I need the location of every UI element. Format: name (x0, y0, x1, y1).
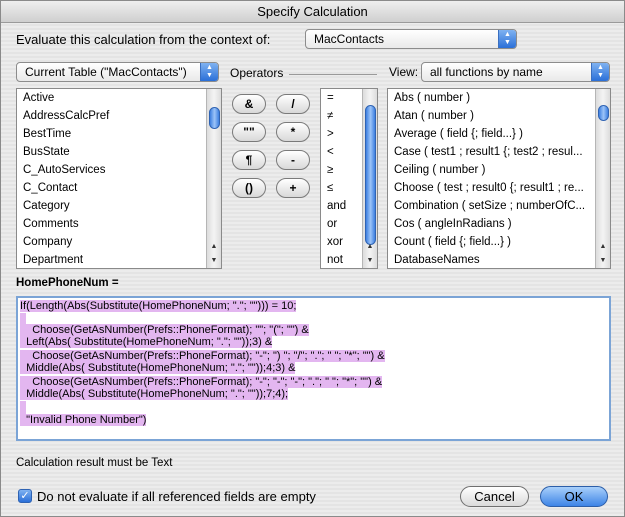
scroll-down-icon[interactable]: ▼ (363, 254, 377, 268)
window-title: Specify Calculation (1, 1, 624, 23)
formula-line: If(Length(Abs(Substitute(HomePhoneNum; "… (20, 300, 297, 312)
function-list-item[interactable]: Cos ( angleInRadians ) (388, 215, 610, 233)
field-list-item[interactable]: Category (17, 197, 221, 215)
context-popup-value: MacContacts (314, 32, 385, 46)
function-list-item[interactable]: Ceiling ( number ) (388, 161, 610, 179)
formula-line: Middle(Abs( Substitute(HomePhoneNum; "."… (20, 362, 296, 374)
calculation-field-label: HomePhoneNum = (16, 277, 119, 289)
popup-arrows-icon: ▲ ▼ (498, 30, 516, 48)
scroll-up-icon[interactable]: ▲ (363, 240, 377, 254)
field-list-item[interactable]: BusState (17, 143, 221, 161)
popup-arrows-icon: ▲ ▼ (200, 63, 218, 81)
formula-editor[interactable]: If(Length(Abs(Substitute(HomePhoneNum; "… (16, 296, 611, 441)
field-list-item[interactable]: BestTime (17, 125, 221, 143)
table-popup-value: Current Table ("MacContacts") (25, 65, 187, 79)
formula-line: Choose(GetAsNumber(Prefs::PhoneFormat); … (20, 376, 383, 388)
function-list-item[interactable]: Choose ( test ; result0 {; result1 ; re.… (388, 179, 610, 197)
operators-scrollbar[interactable]: ▲ ▼ (362, 89, 377, 268)
field-list-item[interactable]: C_AutoServices (17, 161, 221, 179)
scroll-thumb[interactable] (209, 107, 220, 129)
formula-line: "Invalid Phone Number") (20, 414, 147, 426)
operators-separator (289, 74, 377, 75)
field-list-item[interactable]: Company (17, 233, 221, 251)
popup-arrows-icon: ▲ ▼ (591, 63, 609, 81)
minus-button[interactable]: - (276, 150, 310, 170)
field-list-item[interactable]: C_Contact (17, 179, 221, 197)
ampersand-button[interactable]: & (232, 94, 266, 114)
formula-line: Choose(GetAsNumber(Prefs::PhoneFormat); … (20, 350, 385, 362)
quotes-button[interactable]: "" (232, 122, 266, 142)
functions-scrollbar[interactable]: ▲ ▼ (595, 89, 610, 268)
field-list-item[interactable]: Active (17, 89, 221, 107)
pilcrow-button[interactable]: ¶ (232, 150, 266, 170)
fields-list[interactable]: Active AddressCalcPref BestTime BusState C_A… (16, 88, 222, 269)
formula-line: Left(Abs( Substitute(HomePhoneNum; "."; … (20, 336, 273, 348)
result-type-text: Calculation result must be Text (16, 457, 173, 469)
cancel-button[interactable]: Cancel (460, 486, 529, 507)
function-list-item[interactable]: DatabaseNames (388, 251, 610, 268)
field-list-item[interactable]: Department (17, 251, 221, 268)
functions-list[interactable]: Abs ( number ) Atan ( number ) Average ( f… (387, 88, 611, 269)
dont-evaluate-checkbox[interactable]: ✓ (18, 489, 32, 503)
parentheses-button[interactable]: () (232, 178, 266, 198)
function-list-item[interactable]: Abs ( number ) (388, 89, 610, 107)
function-list-item[interactable]: Atan ( number ) (388, 107, 610, 125)
formula-line: Choose(GetAsNumber(Prefs::PhoneFormat); … (20, 324, 309, 336)
scroll-down-icon[interactable]: ▼ (596, 254, 610, 268)
function-list-item[interactable]: Average ( field {; field...} ) (388, 125, 610, 143)
operators-label: Operators (230, 66, 284, 80)
scroll-up-icon[interactable]: ▲ (596, 240, 610, 254)
scroll-up-icon[interactable]: ▲ (207, 240, 221, 254)
view-popup[interactable]: all functions by name ▲ ▼ (421, 62, 610, 82)
field-list-item[interactable]: Comments (17, 215, 221, 233)
function-list-item[interactable]: Combination ( setSize ; numberOfC... (388, 197, 610, 215)
table-popup[interactable]: Current Table ("MacContacts") ▲ ▼ (16, 62, 219, 82)
scroll-down-icon[interactable]: ▼ (207, 254, 221, 268)
divide-button[interactable]: / (276, 94, 310, 114)
multiply-button[interactable]: * (276, 122, 310, 142)
field-list-item[interactable]: AddressCalcPref (17, 107, 221, 125)
view-popup-value: all functions by name (430, 65, 543, 79)
context-popup[interactable]: MacContacts ▲ ▼ (305, 29, 517, 49)
dont-evaluate-label: Do not evaluate if all referenced fields… (37, 489, 316, 504)
view-label: View: (389, 65, 419, 79)
scroll-thumb[interactable] (598, 105, 609, 121)
operators-list[interactable]: = ≠ > < ≥ ≤ and or xor not ▲ ▼ (320, 88, 378, 269)
formula-line: Middle(Abs( Substitute(HomePhoneNum; "."… (20, 388, 289, 400)
fields-scrollbar[interactable]: ▲ ▼ (206, 89, 221, 268)
function-list-item[interactable]: Count ( field {; field...} ) (388, 233, 610, 251)
formula-line (20, 401, 26, 414)
scroll-thumb[interactable] (365, 105, 376, 245)
function-list-item[interactable]: Case ( test1 ; result1 {; test2 ; resul.… (388, 143, 610, 161)
ok-button[interactable]: OK (540, 486, 608, 507)
context-label: Evaluate this calculation from the conte… (16, 32, 271, 47)
specify-calculation-dialog: Specify Calculation Evaluate this calcul… (0, 0, 625, 517)
plus-button[interactable]: + (276, 178, 310, 198)
